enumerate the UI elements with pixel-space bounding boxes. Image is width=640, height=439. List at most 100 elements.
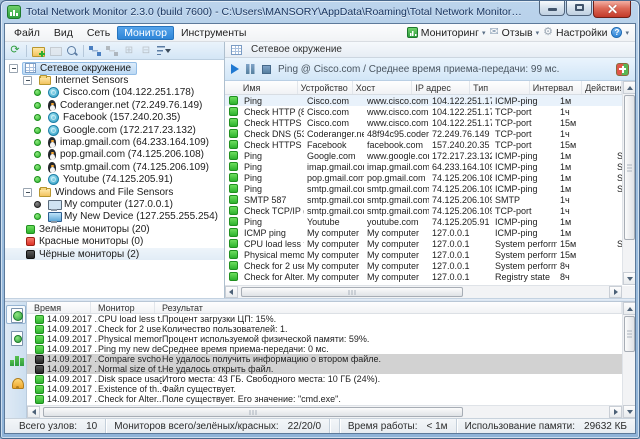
feedback-menu[interactable]: ✉ Отзыв ▾ (489, 27, 539, 39)
scroll-right-button[interactable] (609, 406, 622, 418)
monitor-row[interactable]: Check TCP/IP (25) smtp.gmail.com smtp.gm… (225, 205, 622, 216)
menu-item[interactable]: Вид (47, 26, 80, 40)
monitor-row[interactable]: Ping Youtube youtube.com 74.125.205.91 I… (225, 216, 622, 227)
tree-item[interactable]: Чёрные мониторы (2) (5, 248, 224, 260)
monitor-row[interactable]: Ping Google.com www.google.com 172.217.2… (225, 150, 622, 161)
scrollbar-thumb[interactable] (43, 407, 463, 417)
activity-log-icon[interactable] (6, 305, 26, 324)
collapse-all-icon[interactable]: ⊟ (138, 43, 154, 58)
column-interval[interactable]: Интервал (530, 81, 582, 94)
tree-item[interactable]: smtp.gmail.com (74.125.206.109) (5, 161, 224, 173)
add-monitor-button[interactable] (616, 63, 629, 76)
log-row[interactable]: 14.09.2017 ... Physical memor... Процент… (27, 334, 622, 344)
stop-icon[interactable] (262, 65, 271, 74)
log-row[interactable]: 14.09.2017 ... Check for 2 use... Количе… (27, 324, 622, 334)
menu-item[interactable]: Инструменты (174, 26, 253, 40)
tree-item[interactable]: Internet Sensors (5, 74, 224, 86)
column-ip[interactable]: IP адрес (412, 81, 470, 94)
pause-icon[interactable] (246, 64, 255, 74)
menu-item[interactable]: Файл (7, 26, 47, 40)
sort-icon[interactable] (155, 43, 171, 58)
column-result[interactable]: Результат (155, 302, 622, 313)
monitor-row[interactable]: Check DNS (53) Coderanger.net 48f94c95.c… (225, 128, 622, 139)
log-row[interactable]: 14.09.2017 ... Disk space usag... Итого … (27, 374, 622, 384)
column-type[interactable]: Тип (470, 81, 530, 94)
monitor-row[interactable]: Check for 2 use... My computer My comput… (225, 260, 622, 271)
tree-item[interactable]: Facebook (157.240.20.35) (5, 112, 224, 124)
log-row[interactable]: 14.09.2017 ... CPU load less t... Процен… (27, 314, 622, 324)
log-vertical-scrollbar[interactable] (622, 302, 635, 418)
monitor-row[interactable]: Check HTTPS (4... Cisco.com www.cisco.co… (225, 117, 622, 128)
alerts-icon[interactable] (6, 374, 26, 393)
menu-item[interactable]: Сеть (80, 26, 117, 40)
monitor-row[interactable]: Ping smtp.gmail.com smtp.gmail.com 74.12… (225, 183, 622, 194)
monitor-row[interactable]: CPU load less t... My computer My comput… (225, 238, 622, 249)
monitor-row[interactable]: Ping Cisco.com www.cisco.com 104.122.251… (225, 95, 622, 106)
tree-item[interactable]: Coderanger.net (72.249.76.149) (5, 99, 224, 111)
scrollbar-thumb[interactable] (241, 287, 463, 297)
column-monitor[interactable]: Монитор (91, 302, 155, 313)
monitor-row[interactable]: Ping imap.gmail.com imap.gmail.com 64.23… (225, 161, 622, 172)
tree-item[interactable]: My computer (127.0.0.1) (5, 198, 224, 210)
scrollbar-thumb[interactable] (624, 316, 635, 352)
expand-all-icon[interactable]: ⊞ (121, 43, 137, 58)
scroll-up-button[interactable] (623, 81, 635, 94)
scroll-up-button[interactable] (623, 302, 635, 315)
refresh-icon[interactable]: ⟳ (7, 43, 23, 58)
monitor-row[interactable]: Physical memor... My computer My compute… (225, 249, 622, 260)
scroll-down-button[interactable] (623, 405, 635, 418)
column-device[interactable]: Устройство (298, 81, 353, 94)
events-icon[interactable] (6, 328, 26, 347)
connect-icon[interactable] (87, 43, 103, 58)
monitor-row[interactable]: ICMP ping My computer My computer 127.0.… (225, 227, 622, 238)
maximize-button[interactable] (566, 1, 592, 16)
tree-item[interactable]: imap.gmail.com (64.233.164.109) (5, 136, 224, 148)
tree-item[interactable]: Youtube (74.125.205.91) (5, 174, 224, 186)
close-button[interactable] (593, 1, 631, 18)
log-horizontal-scrollbar[interactable] (27, 405, 622, 418)
log-row[interactable]: 14.09.2017 ... Check for Alter... Поле с… (27, 394, 622, 404)
tree-item[interactable]: Зелёные мониторы (20) (5, 223, 224, 235)
add-group-icon[interactable] (30, 43, 46, 58)
monitor-row[interactable]: Check HTTPS (4... Facebook facebook.com … (225, 139, 622, 150)
column-host[interactable]: Хост (353, 81, 413, 94)
tree-expander-icon[interactable] (23, 76, 32, 85)
log-row[interactable]: 14.09.2017 ... Ping my new de... Среднее… (27, 344, 622, 354)
app-icon[interactable] (7, 5, 21, 19)
play-icon[interactable] (231, 64, 239, 74)
column-name[interactable]: Имя (240, 81, 298, 94)
statistics-icon[interactable] (6, 351, 26, 370)
tree-item[interactable]: pop.gmail.com (74.125.206.108) (5, 149, 224, 161)
column-time[interactable]: Время (27, 302, 91, 313)
menu-item[interactable]: Монитор (117, 26, 174, 40)
settings-menu[interactable]: ⚙ Настройки (543, 27, 607, 39)
table-horizontal-scrollbar[interactable] (225, 285, 622, 298)
scroll-down-button[interactable] (623, 272, 635, 285)
sep-icon[interactable] (81, 43, 86, 58)
help-menu[interactable]: ? ▾ (611, 27, 629, 38)
add-device-icon[interactable] (47, 43, 63, 58)
monitor-row[interactable]: Check HTTP (80) Cisco.com www.cisco.com … (225, 106, 622, 117)
log-row[interactable]: 14.09.2017 ... Existence of th... Файл с… (27, 384, 622, 394)
tree-item[interactable]: Cisco.com (104.122.251.178) (5, 87, 224, 99)
scroll-right-button[interactable] (609, 286, 622, 298)
monitor-row[interactable]: Ping pop.gmail.com pop.gmail.com 74.125.… (225, 172, 622, 183)
scrollbar-thumb[interactable] (624, 95, 635, 240)
tree-item[interactable]: Google.com (172.217.23.132) (5, 124, 224, 136)
scroll-left-button[interactable] (225, 286, 238, 298)
monitor-row[interactable]: Check for Alter... My computer My comput… (225, 271, 622, 282)
monitoring-menu[interactable]: Мониторинг ▾ (407, 27, 486, 39)
scan-icon[interactable] (64, 43, 80, 58)
minimize-button[interactable] (539, 1, 565, 16)
scroll-left-button[interactable] (27, 406, 40, 418)
log-row[interactable]: 14.09.2017 ... Normal size of t... Не уд… (27, 364, 622, 374)
tree-item[interactable]: Windows and File Sensors (5, 186, 224, 198)
tree-expander-icon[interactable] (9, 64, 18, 73)
table-vertical-scrollbar[interactable] (622, 81, 635, 285)
column-status[interactable] (225, 81, 240, 94)
log-row[interactable]: 14.09.2017 ... Compare svcho... Не удало… (27, 354, 622, 364)
tree-item[interactable]: Сетевое окружение (5, 62, 224, 74)
column-actions[interactable]: Действия (582, 81, 622, 94)
disconnect-icon[interactable] (104, 43, 120, 58)
sep-icon[interactable] (24, 43, 29, 58)
